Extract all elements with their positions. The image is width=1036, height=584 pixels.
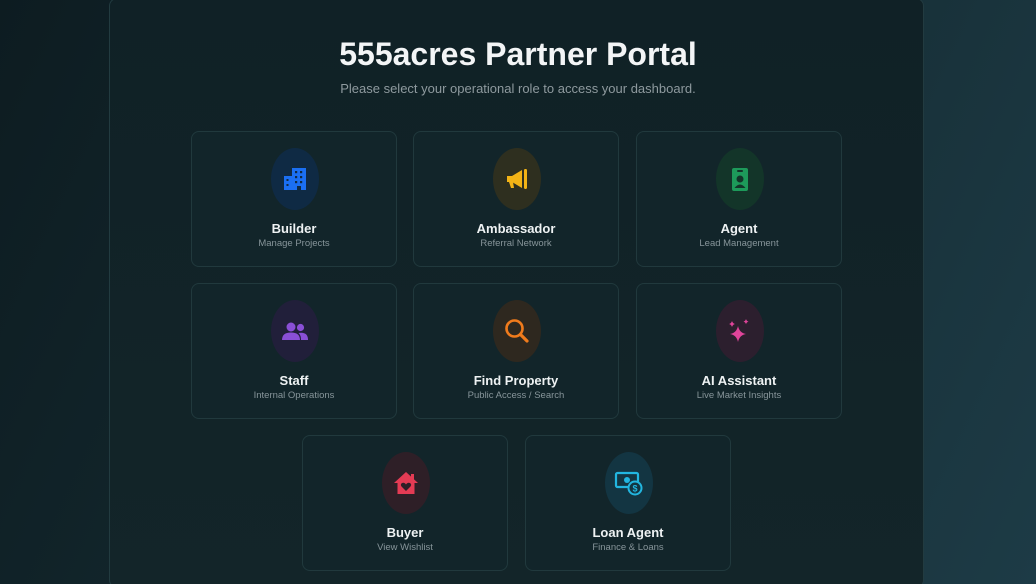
role-card-ambassador[interactable]: Ambassador Referral Network [413, 131, 619, 267]
role-subtitle: Public Access / Search [467, 390, 565, 401]
role-title: Staff [279, 373, 309, 388]
role-subtitle: View Wishlist [377, 542, 433, 553]
role-title: Ambassador [476, 221, 556, 236]
money-icon: $ [605, 452, 653, 514]
svg-text:$: $ [632, 484, 637, 494]
role-card-loan-agent[interactable]: $ Loan Agent Finance & Loans [525, 435, 731, 571]
role-title: Builder [271, 221, 317, 236]
role-title: Buyer [386, 525, 424, 540]
role-title: Find Property [473, 373, 559, 388]
megaphone-icon [493, 148, 541, 210]
building-icon [271, 148, 319, 210]
role-subtitle: Live Market Insights [696, 390, 782, 401]
id-badge-icon [716, 148, 764, 210]
role-card-buyer[interactable]: Buyer View Wishlist [302, 435, 508, 571]
role-title: Loan Agent [592, 525, 664, 540]
role-title: Agent [720, 221, 758, 236]
page-subtitle: Please select your operational role to a… [340, 81, 696, 96]
users-icon [271, 300, 319, 362]
role-subtitle: Lead Management [699, 238, 779, 249]
role-card-builder[interactable]: Builder Manage Projects [191, 131, 397, 267]
sparkles-icon [716, 300, 764, 362]
role-title: AI Assistant [701, 373, 777, 388]
role-subtitle: Finance & Loans [592, 542, 664, 553]
role-subtitle: Referral Network [480, 238, 552, 249]
role-card-agent[interactable]: Agent Lead Management [636, 131, 842, 267]
role-card-find-property[interactable]: Find Property Public Access / Search [413, 283, 619, 419]
search-icon [493, 300, 541, 362]
role-card-ai-assistant[interactable]: AI Assistant Live Market Insights [636, 283, 842, 419]
house-heart-icon [382, 452, 430, 514]
role-card-staff[interactable]: Staff Internal Operations [191, 283, 397, 419]
page-title: 555acres Partner Portal [339, 36, 697, 72]
role-subtitle: Internal Operations [253, 390, 335, 401]
role-subtitle: Manage Projects [258, 238, 330, 249]
